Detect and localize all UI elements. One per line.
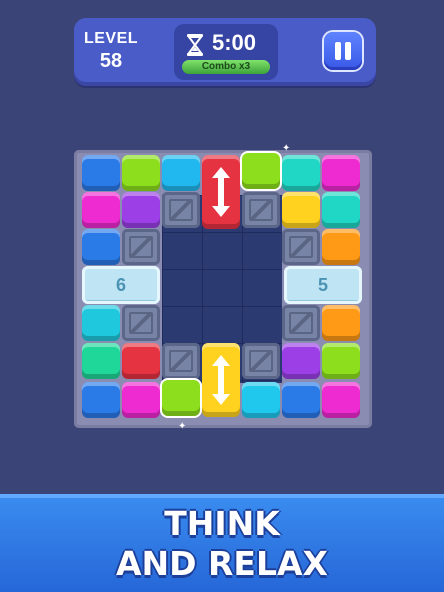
block-green[interactable]: [82, 343, 120, 379]
block-teal[interactable]: [282, 155, 320, 191]
block-red-vertical-arrow[interactable]: [202, 155, 240, 229]
pause-icon-bar: [345, 42, 351, 60]
block-orange[interactable]: [322, 229, 360, 265]
block-red[interactable]: [122, 343, 160, 379]
block-yellow-vertical-arrow[interactable]: [202, 343, 240, 417]
level-display: LEVEL 58: [80, 24, 142, 78]
block-blue[interactable]: [282, 382, 320, 418]
block-magenta[interactable]: [322, 382, 360, 418]
banner-line-1: THINK: [164, 504, 280, 543]
timer-display: 5:00 Combo x3: [174, 24, 278, 80]
block-blue[interactable]: [82, 155, 120, 191]
crate-obstacle: [122, 229, 160, 265]
ice-block-right: 5: [284, 266, 362, 304]
block-cyan[interactable]: [162, 155, 200, 191]
block-orange[interactable]: [322, 305, 360, 341]
block-blue[interactable]: [82, 229, 120, 265]
banner-line-2: AND RELAX: [115, 544, 328, 583]
ice-block-left: 6: [82, 266, 160, 304]
sparkle-icon: ✦: [282, 143, 291, 154]
timer-value: 5:00: [212, 30, 257, 55]
crate-obstacle: [282, 229, 320, 265]
block-lime-selected[interactable]: [242, 153, 280, 189]
block-magenta[interactable]: [322, 155, 360, 191]
block-lime[interactable]: [322, 343, 360, 379]
block-lime-selected[interactable]: [162, 380, 200, 416]
block-yellow[interactable]: [282, 192, 320, 228]
game-board: 6 5 ✦ ✦: [74, 143, 372, 432]
level-label: LEVEL: [83, 30, 139, 47]
block-magenta[interactable]: [122, 382, 160, 418]
ice-counter-left: 6: [115, 275, 126, 295]
sparkle-icon: ✦: [178, 421, 187, 432]
crate-obstacle: [122, 305, 160, 341]
crate-obstacle: [162, 343, 200, 379]
crate-obstacle: [162, 192, 200, 228]
combo-badge: Combo x3: [182, 60, 270, 74]
hourglass-icon: [187, 34, 203, 56]
block-magenta[interactable]: [82, 192, 120, 228]
pause-button[interactable]: [324, 32, 362, 70]
crate-obstacle: [282, 305, 320, 341]
block-cyan[interactable]: [82, 305, 120, 341]
block-lime[interactable]: [122, 155, 160, 191]
promo-banner: THINK AND RELAX: [0, 494, 444, 592]
block-cyan[interactable]: [242, 382, 280, 418]
block-purple[interactable]: [122, 192, 160, 228]
level-number: 58: [99, 50, 123, 72]
block-purple[interactable]: [282, 343, 320, 379]
board-grid: 6 5 ✦ ✦: [82, 143, 364, 432]
pause-icon: [335, 42, 341, 60]
crate-obstacle: [242, 192, 280, 228]
block-blue[interactable]: [82, 382, 120, 418]
hud-panel: LEVEL 58 5:00 Combo x3: [74, 18, 376, 86]
vertical-arrow-icon: [212, 167, 230, 217]
vertical-arrow-icon: [212, 355, 230, 405]
crate-obstacle: [242, 343, 280, 379]
block-teal[interactable]: [322, 192, 360, 228]
ice-counter-right: 5: [317, 275, 328, 295]
